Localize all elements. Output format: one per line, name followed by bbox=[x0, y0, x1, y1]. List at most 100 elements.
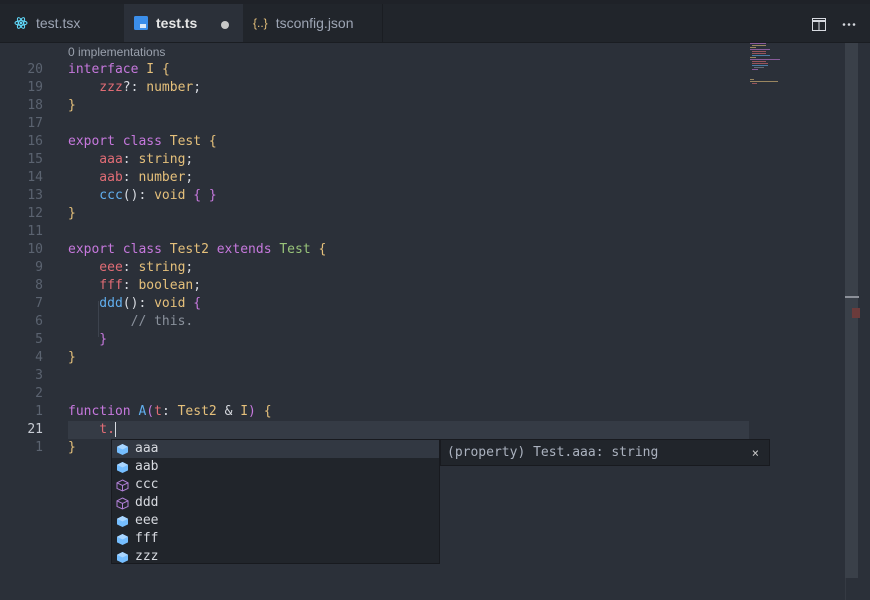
code-token: interface bbox=[68, 62, 147, 77]
code-line[interactable]: 20 interface I { bbox=[0, 61, 845, 79]
suggestion-label: ddd bbox=[135, 495, 159, 510]
code-token: } bbox=[68, 98, 76, 113]
code-line[interactable]: 14 aab: number; bbox=[0, 169, 845, 187]
code-token: // this. bbox=[68, 314, 194, 329]
code-line[interactable]: 8 fff: boolean; bbox=[0, 277, 845, 295]
tab-tsconfig-json[interactable]: {..} tsconfig.json bbox=[243, 4, 383, 42]
suggestion-label: aaa bbox=[135, 441, 159, 456]
line-number: 16 bbox=[27, 134, 43, 149]
code-token: (): bbox=[122, 188, 155, 203]
tab-test-ts[interactable]: test.ts bbox=[124, 4, 243, 42]
minimap-line bbox=[750, 79, 754, 80]
code-text: interface I { bbox=[68, 61, 170, 79]
line-number: 12 bbox=[27, 206, 43, 221]
code-line[interactable]: 13 ccc(): void { } bbox=[0, 187, 845, 205]
suggestion-item[interactable]: ccc bbox=[112, 476, 439, 494]
property-icon bbox=[116, 460, 130, 474]
minimap-line bbox=[750, 49, 770, 50]
code-token: : bbox=[122, 170, 139, 185]
code-line[interactable]: 17 bbox=[0, 115, 845, 133]
code-line[interactable]: 11 bbox=[0, 223, 845, 241]
code-token: : bbox=[161, 404, 178, 419]
unsaved-dot-icon[interactable] bbox=[221, 21, 229, 29]
editor-tab-bar: test.tsx test.ts {..} tsconfig.json bbox=[0, 4, 870, 43]
minimap-line bbox=[752, 69, 758, 70]
code-token: void bbox=[154, 296, 194, 311]
line-number: 20 bbox=[27, 62, 43, 77]
line-number: 7 bbox=[35, 296, 43, 311]
code-token: { bbox=[161, 62, 170, 77]
minimap-line bbox=[750, 43, 766, 44]
more-icon[interactable] bbox=[842, 16, 856, 35]
code-token: } bbox=[68, 350, 76, 365]
code-token: ; bbox=[193, 80, 202, 95]
code-line[interactable]: 10 export class Test2 extends Test { bbox=[0, 241, 845, 259]
method-icon bbox=[116, 496, 130, 510]
code-line[interactable]: 12} bbox=[0, 205, 845, 223]
line-number: 5 bbox=[35, 332, 43, 347]
code-token: class bbox=[122, 134, 170, 149]
code-token: string bbox=[138, 260, 186, 275]
code-token: ; bbox=[185, 170, 194, 185]
minimap-line bbox=[750, 57, 756, 58]
overview-ruler-cursor bbox=[845, 296, 859, 298]
code-line[interactable]: 5 } bbox=[0, 331, 845, 349]
code-line[interactable]: 7 ddd(): void { bbox=[0, 295, 845, 313]
code-token: } bbox=[68, 440, 76, 455]
minimap[interactable] bbox=[745, 43, 845, 600]
code-line[interactable]: 6 // this. bbox=[0, 313, 845, 331]
code-line[interactable]: 19 zzz?: number; bbox=[0, 79, 845, 97]
suggestion-item[interactable]: zzz bbox=[112, 548, 439, 566]
codelens-implementations[interactable]: 0 implementations bbox=[68, 45, 165, 59]
suggestion-label: fff bbox=[135, 531, 159, 546]
line-number: 6 bbox=[35, 314, 43, 329]
code-token: fff bbox=[68, 278, 123, 293]
code-text: } bbox=[68, 439, 76, 457]
code-line[interactable]: 1 function A(t: Test2 & I) { bbox=[0, 403, 845, 421]
code-text: fff: boolean; bbox=[68, 277, 201, 295]
code-line[interactable]: 18} bbox=[0, 97, 845, 115]
code-text: ccc(): void { } bbox=[68, 187, 217, 205]
code-token: ; bbox=[193, 278, 202, 293]
code-token: function bbox=[68, 404, 139, 419]
suggestion-item[interactable]: ddd bbox=[112, 494, 439, 512]
suggest-widget: aaa aab ccc ddd eee fff zzz bbox=[111, 439, 440, 564]
minimap-line bbox=[750, 81, 778, 82]
suggestion-item[interactable]: fff bbox=[112, 530, 439, 548]
code-line[interactable]: 21 t. bbox=[0, 421, 845, 439]
code-token: zzz bbox=[68, 80, 123, 95]
line-number: 4 bbox=[35, 350, 43, 365]
code-token: eee bbox=[68, 260, 123, 275]
suggestion-item[interactable]: eee bbox=[112, 512, 439, 530]
code-token: : bbox=[122, 278, 139, 293]
code-token: string bbox=[138, 152, 186, 167]
code-line[interactable]: 15 aaa: string; bbox=[0, 151, 845, 169]
code-token: class bbox=[122, 242, 170, 257]
line-number: 2 bbox=[35, 386, 43, 401]
line-number: 18 bbox=[27, 98, 43, 113]
code-text: } bbox=[68, 97, 76, 115]
code-line[interactable]: 4} bbox=[0, 349, 845, 367]
tab-test-tsx[interactable]: test.tsx bbox=[0, 4, 124, 42]
line-number: 10 bbox=[27, 242, 43, 257]
code-line[interactable]: 3 bbox=[0, 367, 845, 385]
suggestion-item[interactable]: aab bbox=[112, 458, 439, 476]
minimap-line bbox=[752, 65, 768, 66]
code-token: ( bbox=[146, 404, 155, 419]
overview-ruler-error-marker bbox=[852, 308, 860, 318]
code-line[interactable]: 9 eee: string; bbox=[0, 259, 845, 277]
suggestion-label: eee bbox=[135, 513, 159, 528]
minimap-line bbox=[752, 51, 766, 52]
suggestion-item[interactable]: aaa bbox=[112, 440, 439, 458]
code-text: ddd(): void { bbox=[68, 295, 201, 313]
code-text: export class Test { bbox=[68, 133, 217, 151]
code-token: } bbox=[68, 206, 76, 221]
code-line[interactable]: 2 bbox=[0, 385, 845, 403]
json-icon: {..} bbox=[253, 16, 268, 30]
code-text: // this. bbox=[68, 313, 194, 331]
code-token: { } bbox=[193, 188, 217, 203]
split-editor-icon[interactable] bbox=[812, 16, 826, 35]
code-token: Test bbox=[279, 242, 319, 257]
line-number: 15 bbox=[27, 152, 43, 167]
code-line[interactable]: 16 export class Test { bbox=[0, 133, 845, 151]
